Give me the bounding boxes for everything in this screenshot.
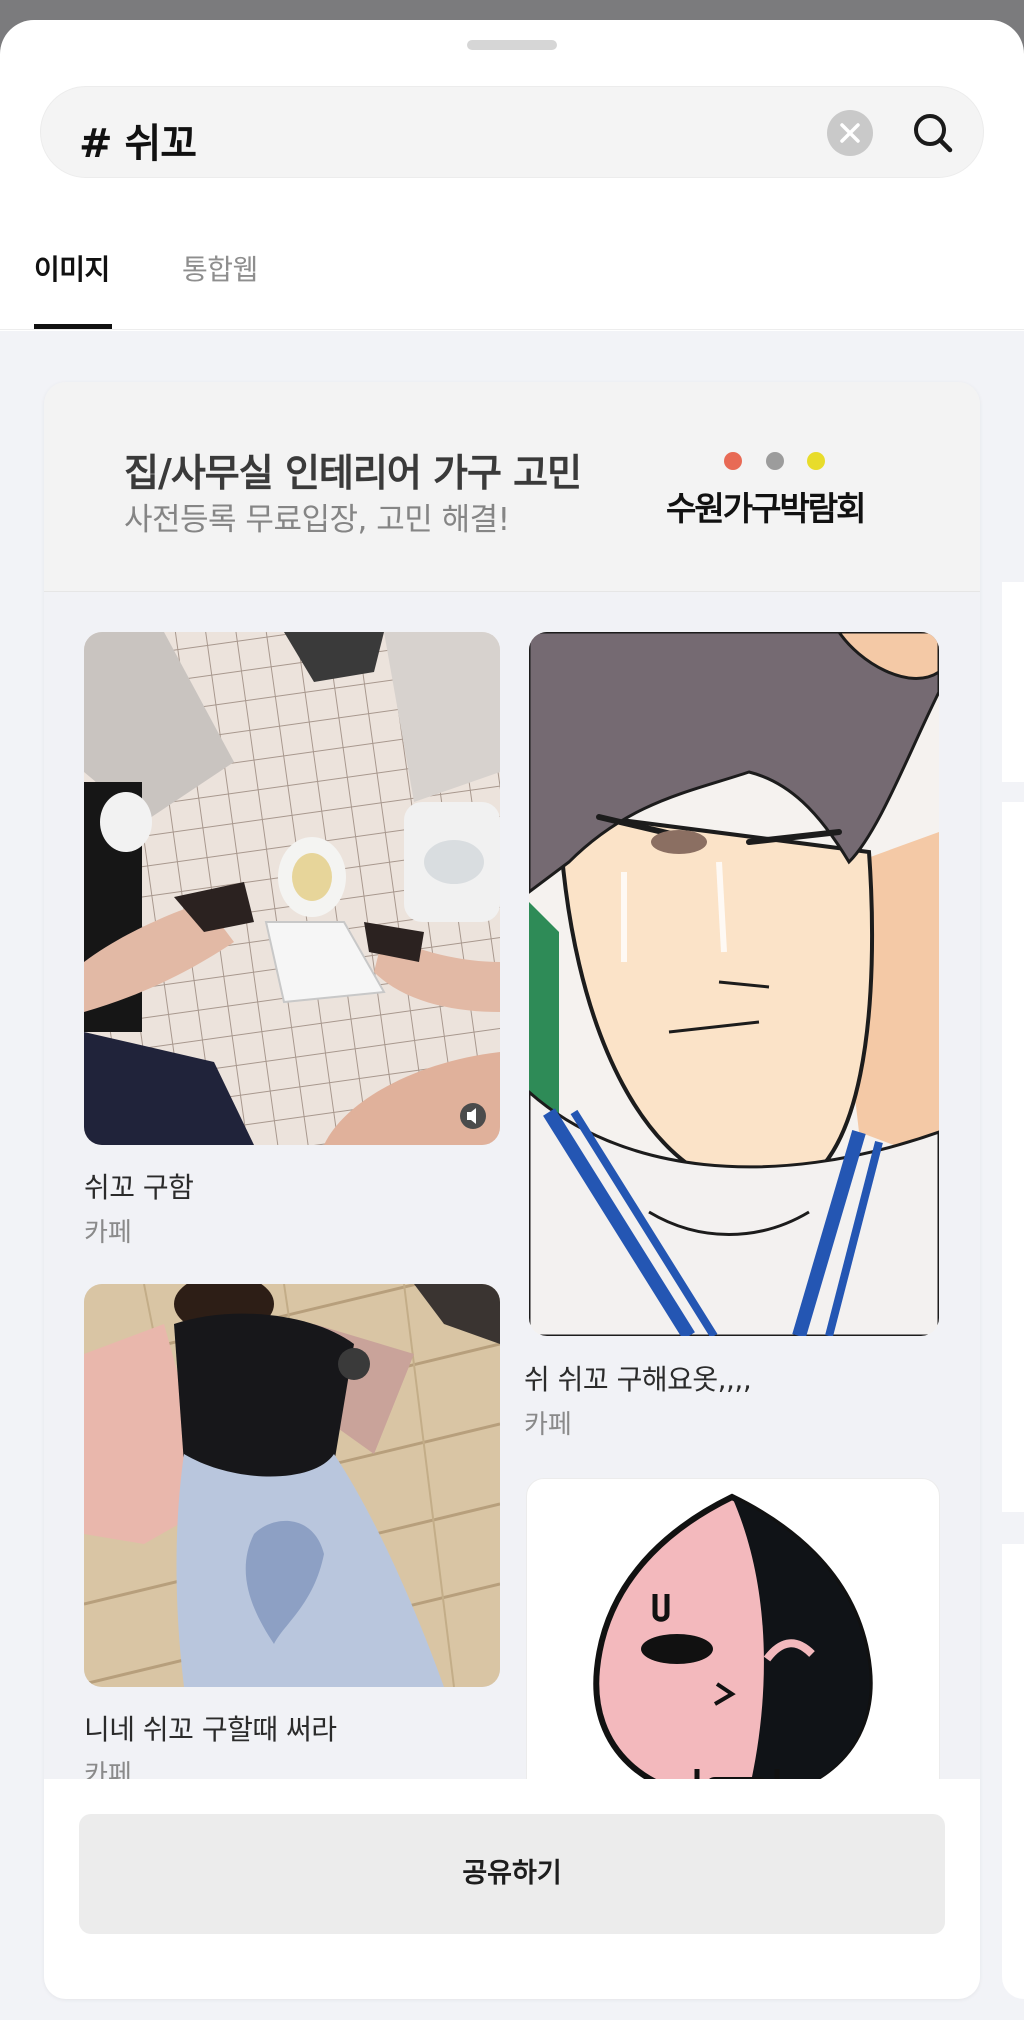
results-feed: 집/사무실 인테리어 가구 고민 사전등록 무료입장, 고민 해결! 수원가구박…: [0, 331, 1024, 2020]
bottom-sheet: # 쉬꼬 이미지 통합웹 집/사무실 인테리어 가구 고민 사전등록 무료입장,…: [0, 20, 1024, 2020]
sheet-grab-handle[interactable]: [467, 40, 557, 50]
tab-integrated-web[interactable]: 통합웹: [182, 248, 258, 288]
result-tabs: 이미지 통합웹: [0, 220, 1024, 330]
result-caption[interactable]: 니네 쉬꼬 구할때 써라: [84, 1708, 337, 1748]
person-lying-on-floor-photo: [84, 1284, 500, 1687]
tab-images[interactable]: 이미지: [34, 248, 110, 288]
active-tab-indicator: [34, 324, 112, 329]
next-card-peek[interactable]: [1002, 382, 1024, 1999]
ad-brand-logo: 수원가구박람회: [656, 442, 886, 528]
clear-search-button[interactable]: [827, 110, 873, 156]
result-source: 카페: [84, 1218, 132, 1248]
ad-brand-name: 수원가구박람회: [666, 489, 867, 528]
apeach-character-illustration: [593, 1493, 873, 1807]
result-image-bathroom[interactable]: [84, 632, 500, 1145]
bathroom-toilet-photo: [84, 632, 500, 1145]
ad-title: 집/사무실 인테리어 가구 고민: [124, 451, 582, 495]
ad-banner[interactable]: 집/사무실 인테리어 가구 고민 사전등록 무료입장, 고민 해결! 수원가구박…: [44, 382, 980, 592]
result-image-character[interactable]: [526, 1478, 940, 1808]
result-caption[interactable]: 쉬꼬 구함: [84, 1166, 194, 1206]
close-circle-icon: [840, 123, 860, 143]
result-image-floor[interactable]: [84, 1284, 500, 1687]
search-query[interactable]: # 쉬꼬: [79, 111, 197, 169]
search-bar[interactable]: # 쉬꼬: [40, 86, 984, 178]
logo-dot-red: [724, 452, 742, 470]
result-caption[interactable]: 쉬 쉬꼬 구해요옷,,,,: [524, 1358, 752, 1398]
image-results-card: 집/사무실 인테리어 가구 고민 사전등록 무료입장, 고민 해결! 수원가구박…: [44, 382, 980, 1999]
logo-dot-grey: [766, 452, 784, 470]
magnifier-icon: [914, 114, 953, 153]
crying-webtoon-character: [529, 632, 939, 1336]
share-area: 공유하기: [44, 1779, 980, 1999]
search-button[interactable]: [905, 105, 961, 161]
share-button[interactable]: 공유하기: [79, 1814, 945, 1934]
result-image-webtoon[interactable]: [529, 632, 939, 1336]
logo-dot-yellow: [807, 452, 825, 470]
ad-subtitle: 사전등록 무료입장, 고민 해결!: [124, 502, 510, 538]
result-source: 카페: [524, 1410, 572, 1440]
